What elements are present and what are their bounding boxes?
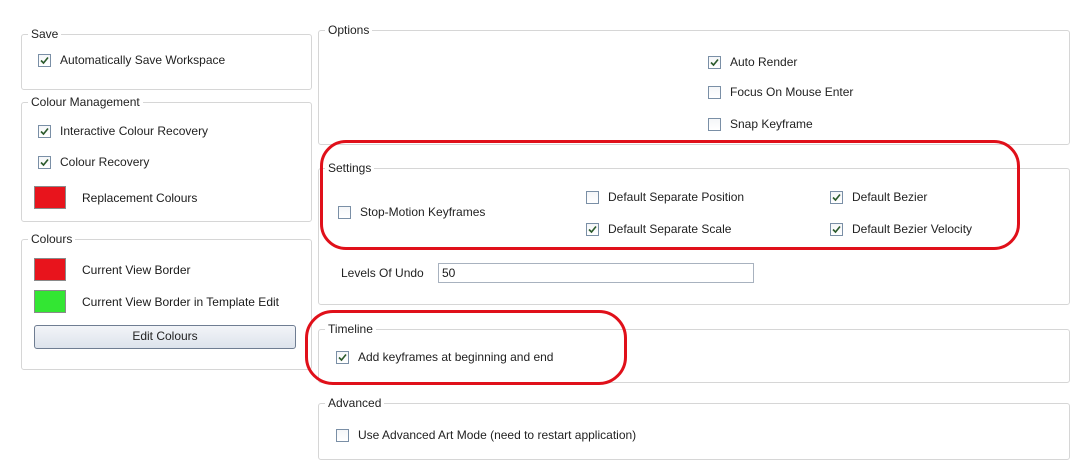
edit-colours-button[interactable]: Edit Colours [34,325,296,349]
auto-render-box[interactable] [708,55,721,69]
add-keyframes-box[interactable] [336,350,349,364]
checkmark-icon [40,158,49,166]
advanced-group: Advanced Use Advanced Art Mode (need to … [318,396,1070,460]
default-bezier-label: Default Bezier [852,190,928,204]
checkmark-icon [710,58,719,66]
add-keyframes-checkbox[interactable]: Add keyframes at beginning and end [336,350,553,364]
advanced-art-mode-label: Use Advanced Art Mode (need to restart a… [358,428,637,442]
auto-render-label: Auto Render [730,55,798,69]
default-separate-scale-checkbox[interactable]: Default Separate Scale [586,222,731,236]
levels-of-undo-input[interactable]: 50 [438,263,754,283]
current-view-border-label: Current View Border [82,262,191,277]
levels-of-undo-label: Levels Of Undo [341,266,424,280]
default-separate-scale-label: Default Separate Scale [608,222,732,236]
checkmark-icon [40,56,49,64]
checkmark-icon [832,193,841,201]
default-bezier-velocity-checkbox[interactable]: Default Bezier Velocity [830,222,972,236]
default-separate-position-checkbox[interactable]: Default Separate Position [586,190,744,204]
colour-recovery-label: Colour Recovery [60,155,150,169]
interactive-colour-recovery-checkbox[interactable]: Interactive Colour Recovery [38,124,208,138]
current-view-border-swatch[interactable] [34,258,66,281]
checkmark-icon [40,127,49,135]
focus-on-mouse-enter-box[interactable] [708,85,721,99]
colour-management-title: Colour Management [28,95,143,109]
advanced-art-mode-checkbox[interactable]: Use Advanced Art Mode (need to restart a… [336,428,636,442]
focus-on-mouse-enter-label: Focus On Mouse Enter [730,85,854,99]
settings-group-title: Settings [325,161,375,175]
snap-keyframe-checkbox[interactable]: Snap Keyframe [708,117,813,131]
stop-motion-keyframes-checkbox[interactable]: Stop-Motion Keyframes [338,205,485,219]
auto-save-label: Automatically Save Workspace [60,53,226,67]
template-edit-border-swatch[interactable] [34,290,66,313]
default-separate-position-box[interactable] [586,190,599,204]
stop-motion-keyframes-label: Stop-Motion Keyframes [360,205,486,219]
interactive-colour-recovery-label: Interactive Colour Recovery [60,124,209,138]
snap-keyframe-label: Snap Keyframe [730,117,813,131]
default-bezier-box[interactable] [830,190,843,204]
checkmark-icon [338,353,347,361]
checkmark-icon [832,225,841,233]
settings-group: Settings Stop-Motion Keyframes Default S… [318,161,1070,305]
template-edit-border-row[interactable]: Current View Border in Template Edit [34,290,279,313]
auto-render-checkbox[interactable]: Auto Render [708,55,797,69]
replacement-colours-label: Replacement Colours [82,190,198,205]
colour-management-group: Colour Management Interactive Colour Rec… [21,95,312,222]
options-group: Options Auto Render Focus On Mouse Enter… [318,23,1070,145]
default-bezier-checkbox[interactable]: Default Bezier [830,190,927,204]
timeline-group-title: Timeline [325,322,376,336]
auto-save-checkbox-box[interactable] [38,53,51,67]
colour-recovery-checkbox[interactable]: Colour Recovery [38,155,149,169]
options-group-title: Options [325,23,373,37]
colours-group: Colours Current View Border Current View… [21,232,312,370]
replacement-colour-swatch[interactable] [34,186,66,209]
colour-recovery-box[interactable] [38,155,51,169]
checkmark-icon [588,225,597,233]
stop-motion-keyframes-box[interactable] [338,205,351,219]
replacement-colours-row[interactable]: Replacement Colours [34,186,197,209]
save-group-title: Save [28,27,62,41]
interactive-colour-recovery-box[interactable] [38,124,51,138]
timeline-group: Timeline Add keyframes at beginning and … [318,322,1070,383]
default-separate-scale-box[interactable] [586,222,599,236]
snap-keyframe-box[interactable] [708,117,721,131]
auto-save-workspace-checkbox[interactable]: Automatically Save Workspace [38,53,225,67]
save-group: Save Automatically Save Workspace [21,27,312,90]
colours-group-title: Colours [28,232,76,246]
focus-on-mouse-enter-checkbox[interactable]: Focus On Mouse Enter [708,85,853,99]
add-keyframes-label: Add keyframes at beginning and end [358,350,554,364]
default-bezier-velocity-box[interactable] [830,222,843,236]
current-view-border-row[interactable]: Current View Border [34,258,191,281]
advanced-group-title: Advanced [325,396,385,410]
default-bezier-velocity-label: Default Bezier Velocity [852,222,973,236]
template-edit-border-label: Current View Border in Template Edit [82,294,279,309]
advanced-art-mode-box[interactable] [336,428,349,442]
default-separate-position-label: Default Separate Position [608,190,745,204]
